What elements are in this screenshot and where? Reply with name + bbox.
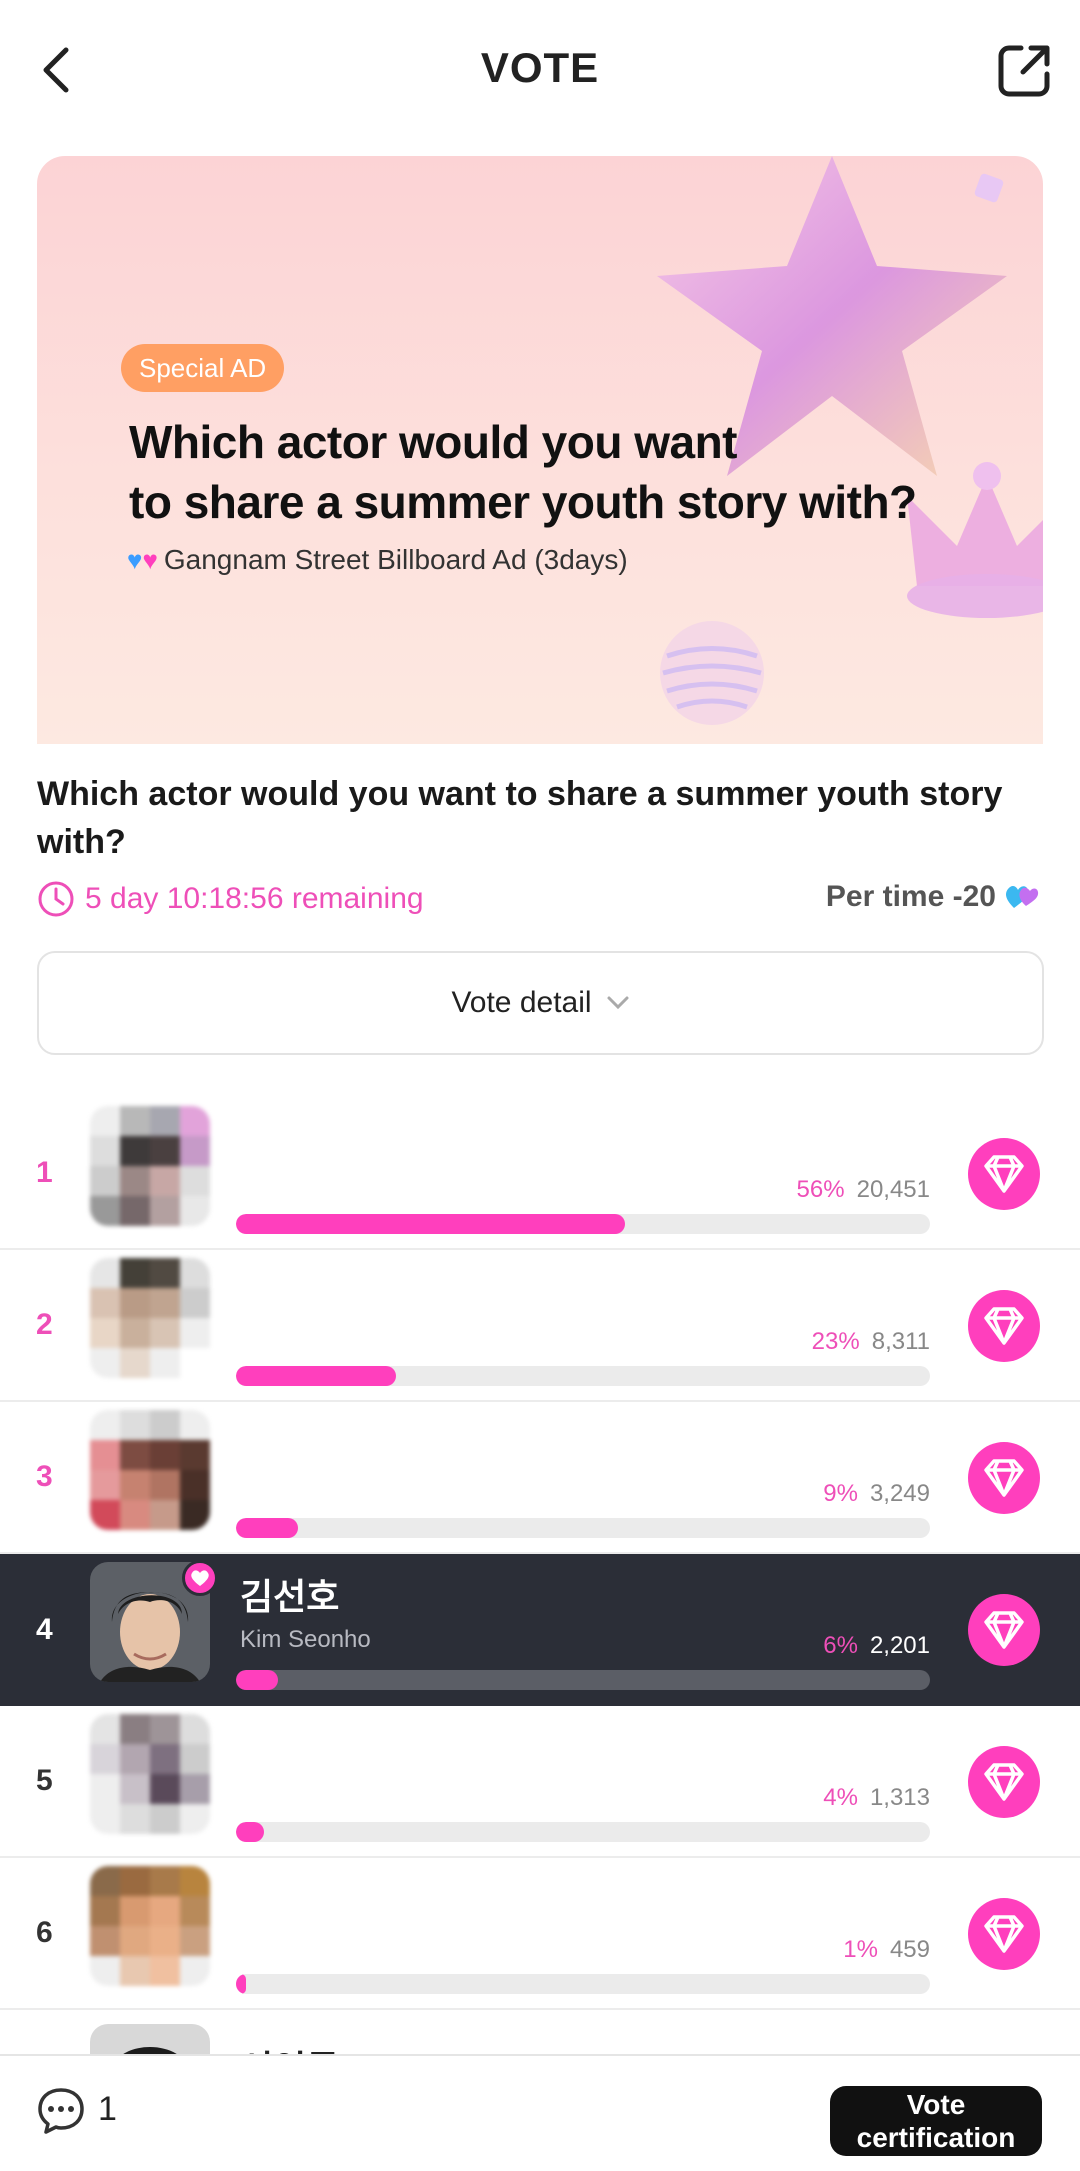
hearts-icon: ♥♥ [127, 544, 158, 575]
banner-subline: ♥♥ Gangnam Street Billboard Ad (3days) [127, 544, 628, 576]
double-heart-icon [1006, 886, 1039, 908]
ranking-row: 3 9% 3,249 [0, 1402, 1080, 1554]
vote-detail-label: Vote detail [451, 986, 592, 1019]
vote-detail-dropdown[interactable]: Vote detail [37, 951, 1044, 1055]
avatar [90, 1866, 210, 1986]
rank-number: 6 [36, 1916, 53, 1949]
vote-percent: 56% [796, 1176, 845, 1203]
vote-progress-fill [236, 1518, 299, 1538]
share-icon [998, 45, 1050, 97]
clock-icon [38, 881, 74, 917]
vote-progress-bar [236, 1214, 930, 1234]
vote-stats: 9% 3,249 [823, 1480, 930, 1508]
vote-progress-bar [236, 1670, 930, 1690]
vote-percent: 1% [843, 1936, 878, 1963]
vote-count: 20,451 [856, 1176, 930, 1203]
heart-gem-icon [984, 1459, 1024, 1497]
vote-progress-fill [236, 1974, 247, 1994]
ranking-row: 2 23% 8,311 [0, 1250, 1080, 1402]
vote-count: 459 [889, 1936, 930, 1963]
rank-number: 1 [36, 1156, 53, 1189]
vote-percent: 4% [823, 1784, 858, 1811]
page-title: VOTE [480, 44, 600, 91]
vote-stats: 23% 8,311 [812, 1328, 930, 1356]
rank-number: 5 [36, 1764, 53, 1797]
avatar [90, 1106, 210, 1226]
vote-progress-bar [236, 1974, 930, 1994]
vote-progress-fill [236, 1214, 625, 1234]
avatar [90, 1410, 210, 1530]
bottom-bar: 1 Vote certification [0, 2054, 1080, 2171]
ranking-row: 6 1% 459 [0, 1858, 1080, 2010]
heart-gem-icon [984, 1763, 1024, 1801]
share-button[interactable] [995, 40, 1055, 100]
avatar [90, 1258, 210, 1378]
banner-headline-line1: Which actor would you want [129, 416, 738, 468]
vote-button[interactable] [968, 1442, 1040, 1514]
heart-gem-icon [984, 1155, 1024, 1193]
candidate-name-korean: 김선호 [240, 1576, 340, 1617]
vote-progress-bar [236, 1366, 930, 1386]
vote-certification-button[interactable]: Vote certification [830, 2086, 1042, 2156]
comment-button[interactable] [36, 2086, 86, 2136]
vote-banner: Special AD Which actor would you want to… [37, 156, 1043, 744]
special-ad-badge: Special AD [121, 344, 285, 392]
vote-stats: 4% 1,313 [823, 1784, 930, 1812]
vote-progress-bar [236, 1518, 930, 1538]
vote-stats: 1% 459 [843, 1936, 930, 1964]
per-time-cost: Per time -20 [826, 880, 1040, 914]
vote-button[interactable] [968, 1898, 1040, 1970]
candidate-name-english: Kim Seonho [240, 1626, 371, 1653]
vote-count: 3,249 [869, 1480, 930, 1507]
time-remaining: 5 day 10:18:56 remaining [37, 880, 424, 918]
banner-headline-line2: to share a summer youth story with? [129, 476, 917, 528]
banner-headline: Which actor would you want to share a su… [129, 412, 969, 532]
vote-certification-label-line1: Vote [906, 2089, 966, 2120]
vote-certification-label-line2: certification [856, 2122, 1016, 2153]
heart-gem-icon [984, 1611, 1024, 1649]
time-remaining-text: 5 day 10:18:56 remaining [85, 882, 424, 915]
favorite-heart-icon [182, 1560, 218, 1596]
avatar [90, 1714, 210, 1834]
chevron-down-icon [607, 996, 629, 1010]
candidate-name: 김선호 Kim Seonho [240, 1568, 371, 1654]
vote-progress-fill [236, 1822, 264, 1842]
vote-button[interactable] [968, 1746, 1040, 1818]
rank-number: 3 [36, 1460, 53, 1493]
vote-count: 2,201 [869, 1632, 930, 1659]
vote-count: 1,313 [869, 1784, 930, 1811]
vote-button[interactable] [968, 1594, 1040, 1666]
per-time-text: Per time -20 [825, 880, 996, 913]
comment-icon [38, 2088, 84, 2134]
ranking-row: 5 4% 1,313 [0, 1706, 1080, 1858]
vote-count: 8,311 [871, 1328, 930, 1355]
ranking-row-highlighted: 4 김선호 Kim Seonho 6% 2,201 [0, 1554, 1080, 1706]
vote-stats: 56% 20,451 [797, 1176, 930, 1204]
vote-button[interactable] [968, 1290, 1040, 1362]
vote-progress-fill [236, 1366, 396, 1386]
vote-question: Which actor would you want to share a su… [37, 775, 1003, 861]
banner-subline-text: Gangnam Street Billboard Ad (3days) [163, 544, 628, 575]
vote-stats: 6% 2,201 [823, 1632, 930, 1660]
ball-decoration-icon [660, 621, 764, 725]
vote-percent: 23% [811, 1328, 860, 1355]
vote-progress-bar [236, 1822, 930, 1842]
rank-number: 4 [36, 1613, 53, 1646]
ranking-row: 1 56% 20,451 [0, 1098, 1080, 1250]
heart-gem-icon [984, 1307, 1024, 1345]
comment-count: 1 [98, 2090, 117, 2128]
vote-percent: 9% [823, 1480, 858, 1507]
top-bar: VOTE [0, 0, 1080, 140]
vote-percent: 6% [823, 1632, 858, 1659]
rank-number: 2 [36, 1308, 53, 1341]
vote-button[interactable] [968, 1138, 1040, 1210]
heart-gem-icon [984, 1915, 1024, 1953]
vote-progress-fill [236, 1670, 278, 1690]
